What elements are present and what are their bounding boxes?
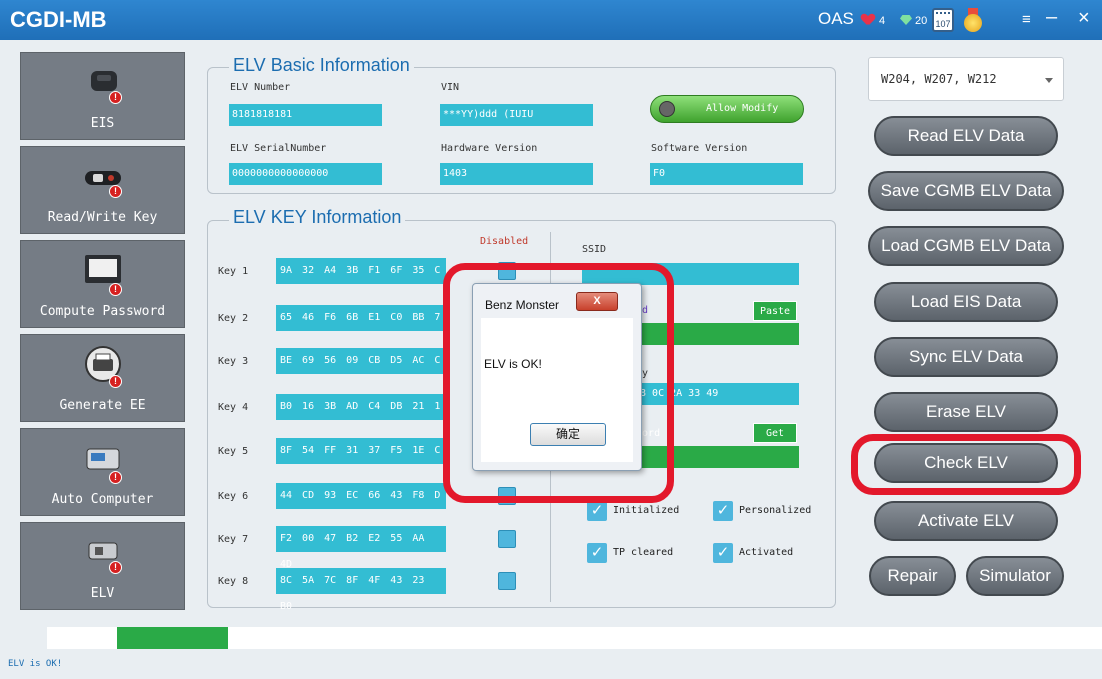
- model-select[interactable]: W204, W207, W212: [868, 57, 1064, 101]
- save-cgmb-elv-data-button[interactable]: Save CGMB ELV Data: [868, 171, 1064, 211]
- app-title: CGDI-MB: [10, 7, 107, 32]
- activated-checkbox[interactable]: ✓: [713, 543, 733, 563]
- key-label: Key 1: [218, 266, 249, 277]
- activate-elv-button[interactable]: Activate ELV: [874, 501, 1058, 541]
- dialog-title: Benz Monster: [485, 298, 560, 312]
- check-elv-button[interactable]: Check ELV: [874, 443, 1058, 483]
- initialized-checkbox[interactable]: ✓: [587, 501, 607, 521]
- key-disabled-checkbox[interactable]: [498, 572, 516, 590]
- repair-button[interactable]: Repair: [869, 556, 956, 596]
- load-cgmb-elv-data-button[interactable]: Load CGMB ELV Data: [868, 226, 1064, 266]
- key-disabled-checkbox[interactable]: [498, 262, 516, 280]
- sidebar-item-elv[interactable]: ! ELV: [20, 522, 185, 610]
- alert-badge-icon: !: [109, 185, 122, 198]
- alert-badge-icon: !: [109, 283, 122, 296]
- alert-badge-icon: !: [109, 471, 122, 484]
- title-bar: CGDI-MB OAS 4 20 107 ≡ – ×: [0, 0, 1102, 40]
- menu-icon[interactable]: ≡: [1022, 11, 1031, 28]
- dialog-ok-button[interactable]: 确定: [530, 423, 606, 446]
- key-field[interactable]: 44 CD 93 EC 66 43 F8 D: [276, 483, 446, 509]
- alert-badge-icon: !: [109, 91, 122, 104]
- key-field[interactable]: 65 46 F6 6B E1 C0 BB 7: [276, 305, 446, 331]
- close-button[interactable]: ×: [1078, 7, 1090, 30]
- sidebar-item-read-write-key[interactable]: ! Read/Write Key: [20, 146, 185, 234]
- sidebar-item-label: Generate EE: [59, 398, 146, 413]
- sidebar-item-label: ELV: [90, 586, 115, 601]
- key-label: Key 3: [218, 356, 249, 367]
- heart-icon: [862, 14, 874, 25]
- status-bar-text: ELV is OK!: [8, 659, 63, 669]
- key-field[interactable]: 8C 5A 7C 8F 4F 43 23 B0: [276, 568, 446, 612]
- calendar-icon[interactable]: 107: [932, 8, 954, 32]
- serial-field[interactable]: 0000000000000000: [229, 163, 382, 185]
- alert-badge-icon: !: [109, 561, 122, 574]
- sidebar-item-eis[interactable]: ! EIS: [20, 52, 185, 140]
- disabled-column-label: Disabled: [480, 236, 529, 247]
- alert-badge-icon: !: [109, 375, 122, 388]
- sync-elv-data-button[interactable]: Sync ELV Data: [874, 337, 1058, 377]
- key-field[interactable]: 8F 54 FF 31 37 F5 1E C: [276, 438, 446, 464]
- get-button[interactable]: Get: [753, 423, 797, 443]
- sidebar-item-auto-computer[interactable]: ! Auto Computer: [20, 428, 185, 516]
- key-field[interactable]: F2 00 47 B2 E2 55 AA 4D: [276, 526, 446, 570]
- toggle-knob-icon: [659, 101, 675, 117]
- software-version-label: Software Version: [651, 143, 748, 154]
- elv-number-label: ELV Number: [230, 82, 291, 93]
- initialized-label: Initialized: [613, 505, 680, 516]
- read-elv-data-button[interactable]: Read ELV Data: [874, 116, 1058, 156]
- dialog-close-button[interactable]: X: [576, 292, 618, 311]
- hardware-version-field[interactable]: 1403: [440, 163, 593, 185]
- progress-fill: [117, 627, 228, 649]
- oas-label: OAS: [818, 9, 854, 28]
- calendar-day: 107: [935, 19, 951, 29]
- personalized-checkbox[interactable]: ✓: [713, 501, 733, 521]
- tp-cleared-label: TP cleared: [613, 547, 674, 558]
- basic-info-legend: ELV Basic Information: [229, 55, 414, 76]
- ssid-label: SSID: [582, 244, 607, 255]
- key-label: Key 4: [218, 402, 249, 413]
- key-field[interactable]: BE 69 56 09 CB D5 AC C: [276, 348, 446, 374]
- vin-field[interactable]: ***YY)ddd (IUIU: [440, 104, 593, 126]
- simulator-button[interactable]: Simulator: [966, 556, 1064, 596]
- hearts-count: 4: [879, 15, 886, 27]
- dialog-message: ELV is OK!: [484, 357, 542, 371]
- key-label: Key 6: [218, 491, 249, 502]
- tp-cleared-checkbox[interactable]: ✓: [587, 543, 607, 563]
- message-dialog: Benz Monster X ELV is OK! 确定: [472, 283, 642, 471]
- sidebar-item-generate-ee[interactable]: ! Generate EE: [20, 334, 185, 422]
- sidebar-item-compute-password[interactable]: ! Compute Password: [20, 240, 185, 328]
- activated-label: Activated: [739, 547, 794, 558]
- software-version-field[interactable]: F0: [650, 163, 803, 185]
- medal-icon[interactable]: [962, 8, 984, 32]
- chevron-down-icon: [1045, 78, 1053, 83]
- erase-elv-button[interactable]: Erase ELV: [874, 392, 1058, 432]
- key-disabled-checkbox[interactable]: [498, 530, 516, 548]
- allow-modify-toggle[interactable]: Allow Modify: [650, 95, 804, 123]
- serial-label: ELV SerialNumber: [230, 143, 327, 154]
- model-select-value: W204, W207, W212: [881, 72, 997, 86]
- key-info-legend: ELV KEY Information: [229, 207, 406, 228]
- key-field[interactable]: 9A 32 A4 3B F1 6F 35 C: [276, 258, 446, 284]
- sidebar-item-label: Auto Computer: [51, 492, 154, 507]
- load-eis-data-button[interactable]: Load EIS Data: [874, 282, 1058, 322]
- ssid-field[interactable]: [582, 263, 799, 285]
- gems-count: 20: [915, 15, 928, 27]
- sidebar-item-label: Compute Password: [39, 304, 166, 319]
- elv-number-field[interactable]: 8181818181: [229, 104, 382, 126]
- key-label: Key 2: [218, 313, 249, 324]
- key-label: Key 5: [218, 446, 249, 457]
- gem-icon: [900, 15, 912, 25]
- sidebar-item-label: EIS: [90, 116, 115, 131]
- sidebar-item-label: Read/Write Key: [47, 210, 158, 225]
- paste-button[interactable]: Paste: [753, 301, 797, 321]
- personalized-label: Personalized: [739, 505, 812, 516]
- vin-label: VIN: [441, 82, 460, 93]
- key-label: Key 8: [218, 576, 249, 587]
- minimize-button[interactable]: –: [1046, 6, 1057, 29]
- key-disabled-checkbox[interactable]: [498, 487, 516, 505]
- key-label: Key 7: [218, 534, 249, 545]
- key-field[interactable]: B0 16 3B AD C4 DB 21 1: [276, 394, 446, 420]
- hardware-version-label: Hardware Version: [441, 143, 538, 154]
- allow-modify-label: Allow Modify: [706, 103, 779, 114]
